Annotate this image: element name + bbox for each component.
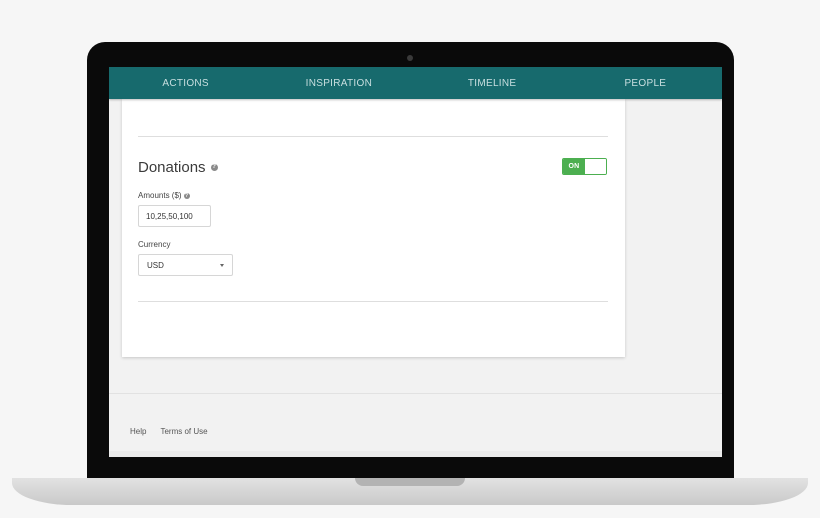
amounts-label: Amounts ($) ? (138, 191, 190, 200)
screen-bottom-strip (109, 451, 722, 457)
toggle-knob (585, 159, 606, 174)
nav-item-timeline[interactable]: TIMELINE (416, 67, 569, 99)
help-icon[interactable]: ? (210, 164, 218, 171)
laptop-mockup: ACTIONS INSPIRATION TIMELINE PEOPLE Dona… (0, 0, 820, 518)
donations-title: Donations (138, 159, 206, 176)
currency-select[interactable]: USD (138, 254, 233, 276)
footer-divider (109, 393, 722, 394)
donations-heading: Donations ? (138, 159, 218, 176)
footer-link-help[interactable]: Help (130, 427, 146, 436)
amounts-input[interactable] (138, 205, 211, 227)
divider (138, 301, 608, 302)
currency-label: Currency (138, 240, 170, 249)
footer: Help Terms of Use (130, 427, 208, 436)
settings-card: Donations ? ON Amounts ($) ? Currency US… (122, 99, 625, 357)
amounts-help-icon[interactable]: ? (183, 192, 190, 199)
chevron-down-icon (220, 263, 224, 267)
screen: ACTIONS INSPIRATION TIMELINE PEOPLE Dona… (109, 67, 722, 457)
divider (138, 136, 608, 137)
donations-toggle[interactable]: ON (562, 158, 607, 175)
currency-value: USD (147, 260, 164, 270)
nav-item-actions[interactable]: ACTIONS (109, 67, 262, 99)
currency-label-text: Currency (138, 240, 171, 249)
top-nav: ACTIONS INSPIRATION TIMELINE PEOPLE (109, 67, 722, 99)
laptop-notch (355, 478, 465, 486)
nav-item-inspiration[interactable]: INSPIRATION (262, 67, 415, 99)
amounts-label-text: Amounts ($) (138, 191, 182, 200)
nav-item-people[interactable]: PEOPLE (569, 67, 722, 99)
camera-icon (407, 55, 413, 61)
footer-link-terms[interactable]: Terms of Use (160, 427, 207, 436)
toggle-on-label: ON (563, 159, 585, 174)
